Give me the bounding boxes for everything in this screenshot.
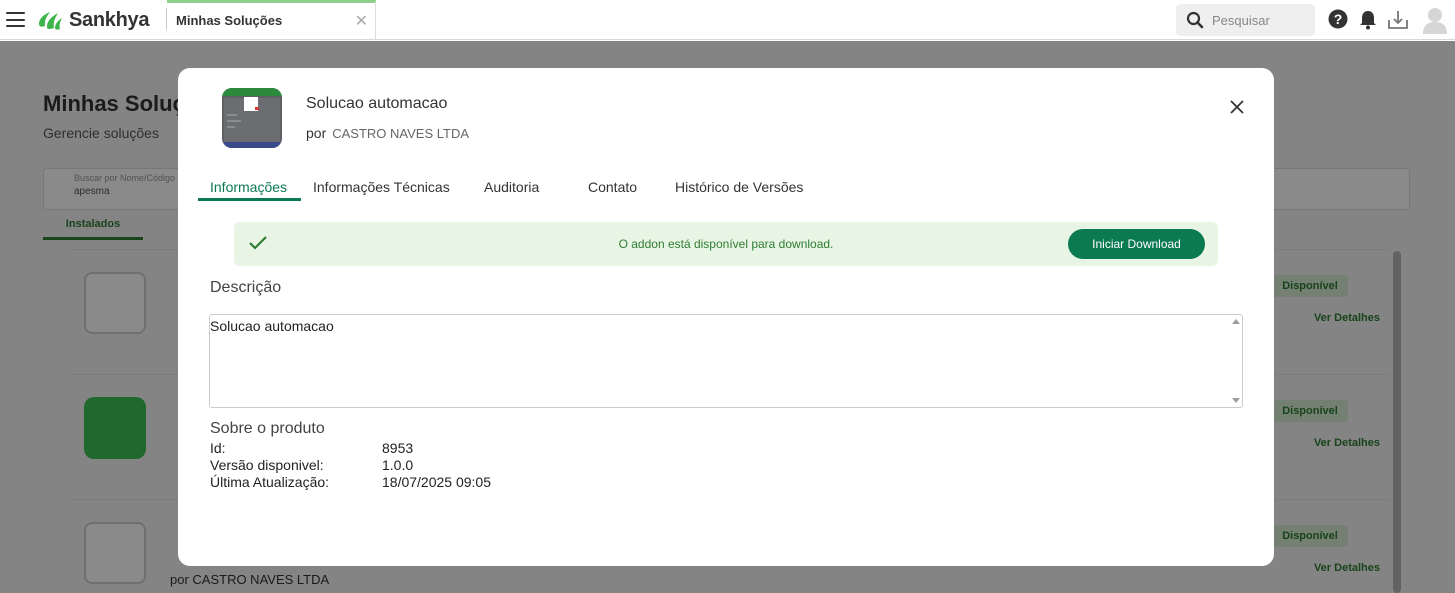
help-icon[interactable]: ? [1328, 9, 1348, 29]
description-text: Solucao automacao [210, 318, 334, 334]
top-bar: Sankhya Minhas Soluções ✕ ? [0, 0, 1455, 40]
about-key: Última Atualização: [210, 474, 330, 490]
description-scrollbar[interactable] [1230, 315, 1242, 407]
tab-close-icon[interactable]: ✕ [355, 11, 368, 31]
search-box[interactable] [1176, 4, 1315, 36]
solution-title: Solucao automacao [306, 95, 448, 112]
sankhya-logo-icon [39, 12, 62, 30]
download-icon[interactable] [1387, 9, 1409, 31]
solution-vendor: por CASTRO NAVES LTDA [306, 125, 469, 141]
notification-bell-icon[interactable] [1359, 10, 1377, 30]
svg-text:?: ? [1334, 11, 1343, 27]
brand-name: Sankhya [69, 8, 150, 31]
about-row-updated: Última Atualização: 18/07/2025 09:05 [210, 474, 491, 490]
description-field[interactable] [209, 314, 1243, 408]
tab-minhas-solucoes[interactable]: Minhas Soluções ✕ [167, 0, 376, 40]
tab-informacoes[interactable]: Informações [210, 179, 287, 195]
about-product-title: Sobre o produto [210, 420, 325, 437]
download-notice: O addon está disponível para download. I… [234, 222, 1218, 266]
about-key: Versão disponivel: [210, 457, 324, 473]
start-download-button[interactable]: Iniciar Download [1068, 229, 1205, 259]
about-key: Id: [210, 440, 226, 456]
about-row-version: Versão disponivel: 1.0.0 [210, 457, 413, 473]
solution-details-modal: Solucao automacao por CASTRO NAVES LTDA I… [178, 68, 1274, 566]
search-input[interactable] [1212, 11, 1310, 29]
tab-label: Minhas Soluções [176, 13, 283, 28]
about-value: 18/07/2025 09:05 [382, 474, 491, 490]
active-tab-indicator [198, 198, 301, 201]
app-screenshot-image [222, 88, 282, 148]
tab-historico-de-versoes[interactable]: Histórico de Versões [675, 179, 803, 195]
hamburger-menu-icon[interactable] [6, 12, 25, 27]
sankhya-logo[interactable]: Sankhya [36, 8, 149, 32]
scroll-up-icon[interactable] [1232, 319, 1240, 324]
vendor-prefix: por [306, 125, 327, 141]
description-label: Descrição [210, 279, 282, 296]
close-icon[interactable] [1230, 100, 1244, 114]
about-row-id: Id: 8953 [210, 440, 413, 456]
tab-auditoria[interactable]: Auditoria [484, 179, 539, 195]
scroll-down-icon[interactable] [1232, 398, 1240, 403]
about-value: 8953 [382, 440, 414, 456]
tab-contato[interactable]: Contato [588, 179, 637, 195]
vendor-name: CASTRO NAVES LTDA [332, 126, 470, 141]
about-value: 1.0.0 [382, 457, 414, 473]
search-icon [1186, 11, 1204, 29]
user-avatar-icon[interactable] [1422, 6, 1448, 34]
app-thumbnail [222, 88, 282, 148]
tab-informacoes-tecnicas[interactable]: Informações Técnicas [313, 179, 450, 195]
